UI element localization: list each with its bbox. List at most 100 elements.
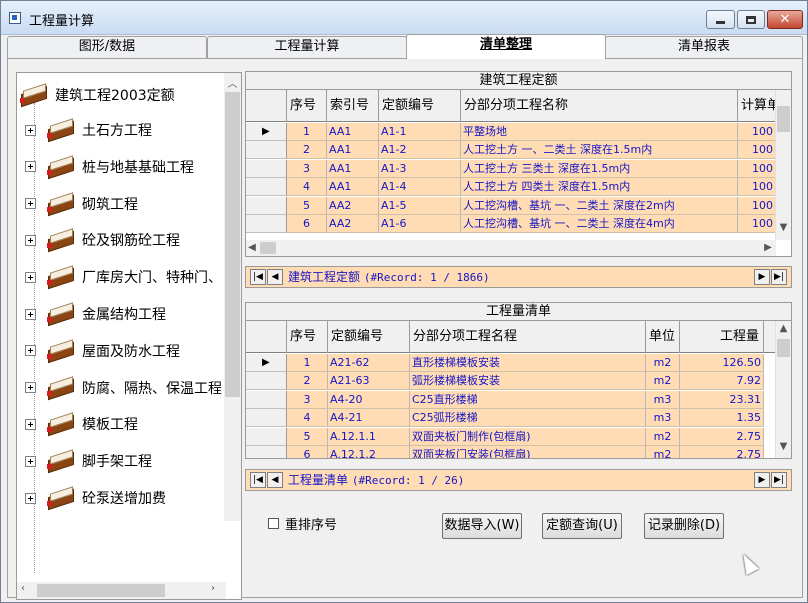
last-record-icon[interactable]: ▶| (771, 472, 787, 488)
table-cell[interactable]: 人工挖土方 四类土 深度在1.5m内 (461, 178, 738, 197)
scroll-up-icon[interactable]: ︿ (224, 75, 241, 90)
first-record-icon[interactable]: |◀ (250, 269, 266, 285)
expand-icon[interactable] (25, 198, 36, 210)
table-cell[interactable]: A4-21 (328, 409, 410, 428)
data-import-button[interactable]: 数据导入(W) (442, 513, 522, 539)
scroll-thumb[interactable] (225, 92, 240, 397)
tab-quantity-calc[interactable]: 工程量计算 (207, 36, 407, 58)
table-cell[interactable]: A21-63 (328, 372, 410, 391)
tab-graphics-data[interactable]: 图形/数据 (7, 36, 207, 58)
table-cell[interactable]: A21-62 (328, 354, 410, 372)
scroll-thumb[interactable] (37, 584, 165, 597)
table-cell[interactable]: 人工挖土方 一、二类土 深度在1.5m内 (461, 141, 738, 160)
tree-vertical-scrollbar[interactable]: ︿ (224, 73, 241, 521)
table-cell[interactable]: 直形楼梯模板安装 (410, 354, 646, 372)
header-cell[interactable]: 序号 (287, 321, 328, 353)
quota-query-button[interactable]: 定额查询(U) (542, 513, 622, 539)
scroll-thumb[interactable] (777, 106, 790, 132)
table-row[interactable]: 4 A4-21 C25弧形楼梯 m3 1.35 (246, 409, 791, 428)
header-cell[interactable]: 计算单位 (738, 90, 776, 122)
table-cell[interactable]: 7.92 (680, 372, 764, 391)
tab-bill-arrange[interactable]: 清单整理 (406, 34, 606, 59)
table-cell[interactable]: 100 (738, 196, 776, 215)
tree-item[interactable]: 桩与地基基础工程 (25, 149, 194, 185)
expand-icon[interactable] (25, 234, 36, 246)
header-cell[interactable]: 分部分项工程名程 (410, 321, 646, 353)
table-cell[interactable]: m2 (646, 354, 680, 372)
table-cell[interactable]: 100 (738, 159, 776, 178)
quota-tree[interactable]: 建筑工程2003定额 土石方工程 桩与地基基础工程 砌筑工程 砼及钢筋砼工程 厂库房大门… (16, 72, 242, 600)
table-row[interactable]: 2 AA1 A1-2 人工挖土方 一、二类土 深度在1.5m内 100 (246, 141, 791, 160)
tree-item[interactable]: 屋面及防水工程 (25, 333, 180, 369)
tab-bill-report[interactable]: 清单报表 (605, 36, 803, 58)
table-cell[interactable]: A1-6 (379, 215, 461, 233)
table-row[interactable]: 5 AA2 A1-5 人工挖沟槽、基坑 一、二类土 深度在2m内 100 (246, 196, 791, 215)
table-cell[interactable]: AA1 (327, 159, 379, 178)
table-row[interactable]: 2 A21-63 弧形楼梯模板安装 m2 7.92 (246, 372, 791, 391)
table-cell[interactable]: 人工挖土方 三类土 深度在1.5m内 (461, 159, 738, 178)
scroll-right-icon[interactable]: ▶ (762, 242, 774, 253)
tree-item[interactable]: 脚手架工程 (25, 443, 152, 479)
table-cell[interactable]: A1-5 (379, 196, 461, 215)
tree-item[interactable]: 土石方工程 (25, 112, 152, 148)
bill-grid[interactable]: 工程量清单 序号 定额编号 分部分项工程名程 单位 工程量 ▶ 1 A21-62 直形… (245, 302, 792, 459)
tree-item[interactable]: 砼及钢筋砼工程 (25, 222, 180, 258)
table-cell[interactable]: A1-3 (379, 159, 461, 178)
tree-item[interactable]: 砼泵送增加费 (25, 480, 166, 516)
expand-icon[interactable] (25, 161, 36, 173)
expand-icon[interactable] (25, 345, 36, 357)
table-cell[interactable]: 弧形楼梯模板安装 (410, 372, 646, 391)
table-cell[interactable]: 23.31 (680, 390, 764, 409)
table-cell[interactable]: 平整场地 (461, 123, 738, 141)
table-cell[interactable]: m3 (646, 390, 680, 409)
table-cell[interactable]: 4 (287, 178, 327, 197)
table-cell[interactable]: AA1 (327, 141, 379, 160)
tree-item[interactable]: 防腐、隔热、保温工程 (25, 370, 222, 406)
table-cell[interactable]: C25直形楼梯 (410, 390, 646, 409)
expand-icon[interactable] (25, 382, 36, 394)
table-cell[interactable]: 2.75 (680, 427, 764, 446)
table-cell[interactable]: 3 (287, 390, 328, 409)
table-row[interactable]: ▶ 1 AA1 A1-1 平整场地 100 (246, 123, 791, 141)
table-cell[interactable]: 100 (738, 141, 776, 160)
table-cell[interactable]: 6 (287, 446, 328, 458)
table-cell[interactable]: C25弧形楼梯 (410, 409, 646, 428)
scroll-down-icon[interactable]: ▼ (776, 222, 791, 233)
scroll-down-icon[interactable]: ▼ (776, 441, 791, 452)
header-cell[interactable]: 单位 (646, 321, 680, 353)
table-cell[interactable]: A4-20 (328, 390, 410, 409)
table-cell[interactable]: m2 (646, 372, 680, 391)
minimize-button[interactable] (706, 10, 735, 29)
table-row[interactable]: 4 AA1 A1-4 人工挖土方 四类土 深度在1.5m内 100 (246, 178, 791, 197)
scroll-left-icon[interactable]: ◀ (246, 242, 258, 253)
table-cell[interactable]: 人工挖沟槽、基坑 一、二类土 深度在4m内 (461, 215, 738, 233)
next-record-icon[interactable]: ▶ (754, 269, 770, 285)
table-cell[interactable]: 6 (287, 215, 327, 233)
bill-vertical-scrollbar[interactable]: ▲ ▼ (775, 321, 791, 458)
tree-item[interactable]: 砌筑工程 (25, 186, 138, 222)
table-cell[interactable]: 1 (287, 354, 328, 372)
table-cell[interactable]: m3 (646, 409, 680, 428)
tree-item[interactable]: 金属结构工程 (25, 296, 166, 332)
table-cell[interactable]: 人工挖沟槽、基坑 一、二类土 深度在2m内 (461, 196, 738, 215)
renumber-checkbox[interactable] (268, 518, 279, 529)
last-record-icon[interactable]: ▶| (771, 269, 787, 285)
scroll-thumb[interactable] (260, 242, 276, 254)
scroll-right-icon[interactable]: › (207, 583, 219, 594)
table-cell[interactable]: 2.75 (680, 446, 764, 458)
scroll-thumb[interactable] (777, 339, 790, 357)
table-cell[interactable]: 100 (738, 215, 776, 233)
table-cell[interactable]: A1-4 (379, 178, 461, 197)
header-cell[interactable]: 定额编号 (328, 321, 410, 353)
scroll-left-icon[interactable]: ‹ (17, 583, 29, 594)
expand-icon[interactable] (25, 271, 36, 283)
table-row[interactable]: 6 A.12.1.2 双面夹板门安装(包框扇) m2 2.75 (246, 446, 791, 458)
prev-record-icon[interactable]: ◀ (267, 269, 283, 285)
table-cell[interactable]: A1-2 (379, 141, 461, 160)
table-cell[interactable]: A1-1 (379, 123, 461, 141)
expand-icon[interactable] (25, 124, 36, 136)
quota-vertical-scrollbar[interactable]: ▼ (775, 90, 791, 240)
table-row[interactable]: 5 A.12.1.1 双面夹板门制作(包框扇) m2 2.75 (246, 427, 791, 446)
tree-item[interactable]: 模板工程 (25, 406, 138, 442)
table-cell[interactable]: AA2 (327, 196, 379, 215)
